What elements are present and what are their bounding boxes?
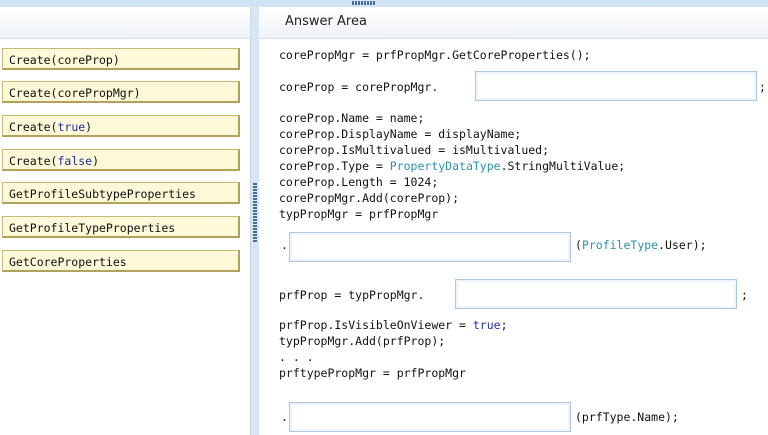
code-type: PropertyDataType xyxy=(389,159,501,173)
drop-target-2[interactable] xyxy=(289,232,571,262)
option-text: Create( xyxy=(9,154,58,168)
option-create-false[interactable]: Create(false) xyxy=(2,149,240,171)
code-text: ; xyxy=(500,318,508,332)
option-getprofilesubtypeproperties[interactable]: GetProfileSubtypeProperties xyxy=(2,182,240,204)
code-line: coreProp.Length = 1024; xyxy=(279,175,439,189)
drop-target-1[interactable] xyxy=(475,71,757,101)
code-dot: . xyxy=(281,238,288,252)
answer-area-title: Answer Area xyxy=(285,14,367,29)
code-line: (prfType.Name); xyxy=(575,410,679,424)
code-line: coreProp.DisplayName = displayName; xyxy=(279,127,522,141)
code-line: (ProfileType.User); xyxy=(575,239,707,252)
code-line: coreProp = corePropMgr. xyxy=(279,80,439,94)
answer-header: Answer Area xyxy=(259,7,768,39)
code-line: ; xyxy=(741,288,748,302)
code-line: corePropMgr.Add(coreProp); xyxy=(279,191,460,205)
code-text: coreProp.Type = xyxy=(279,159,390,173)
code-text: prfProp.IsVisibleOnViewer = xyxy=(279,318,473,332)
option-create-coreprop[interactable]: Create(coreProp) xyxy=(2,48,240,70)
drop-target-4[interactable] xyxy=(289,402,571,432)
code-type: ProfileType xyxy=(581,238,659,252)
code-line: typPropMgr.Add(prfProp); xyxy=(279,334,446,348)
option-arg: corePropMgr xyxy=(57,86,134,100)
option-text: ) xyxy=(112,53,120,67)
option-text: GetProfileTypeProperties xyxy=(9,221,176,235)
option-getcoreproperties[interactable]: GetCoreProperties xyxy=(2,250,240,272)
options-panel: Create(coreProp) Create(corePropMgr) Cre… xyxy=(0,7,251,435)
code-dot: . xyxy=(281,410,288,424)
code-line: corePropMgr = prfPropMgr.GetCoreProperti… xyxy=(279,48,591,62)
option-text: Create( xyxy=(9,120,58,134)
code-line: . . . xyxy=(279,350,314,364)
code-line: prfProp.IsVisibleOnViewer = true; xyxy=(279,319,508,332)
drop-target-3[interactable] xyxy=(455,279,737,309)
code-line: coreProp.Name = name; xyxy=(279,111,425,125)
option-text: ) xyxy=(85,120,93,134)
option-create-true[interactable]: Create(true) xyxy=(2,115,240,137)
option-text: Create( xyxy=(9,53,58,67)
code-keyword: true xyxy=(472,318,501,332)
answer-panel: Answer Area corePropMgr = prfPropMgr.Get… xyxy=(259,7,768,435)
splitter-grip-icon[interactable] xyxy=(253,183,257,243)
resize-grip-icon[interactable] xyxy=(352,1,376,5)
code-line: prfProp = typPropMgr. xyxy=(279,288,425,302)
code-text: ( xyxy=(575,238,582,252)
code-line: coreProp.IsMultivalued = isMultivalued; xyxy=(279,143,550,157)
code-text: .StringMultiValue; xyxy=(500,159,626,173)
option-text: ) xyxy=(92,154,100,168)
option-text: GetCoreProperties xyxy=(9,255,127,269)
option-arg: coreProp xyxy=(57,53,113,67)
option-create-corepropmgr[interactable]: Create(corePropMgr) xyxy=(2,81,240,103)
code-text: .User); xyxy=(658,238,707,252)
options-header xyxy=(0,7,250,39)
option-keyword: false xyxy=(57,154,93,168)
option-getprofiletypeproperties[interactable]: GetProfileTypeProperties xyxy=(2,216,240,238)
option-text: ) xyxy=(133,86,141,100)
code-line: coreProp.Type = PropertyDataType.StringM… xyxy=(279,160,625,173)
code-line: ; xyxy=(759,80,766,94)
option-keyword: true xyxy=(57,120,86,134)
option-text: GetProfileSubtypeProperties xyxy=(9,187,196,201)
option-text: Create( xyxy=(9,86,58,100)
top-bar xyxy=(0,0,768,7)
code-line: prftypePropMgr = prfPropMgr xyxy=(279,366,466,380)
code-line: typPropMgr = prfPropMgr xyxy=(279,207,439,221)
